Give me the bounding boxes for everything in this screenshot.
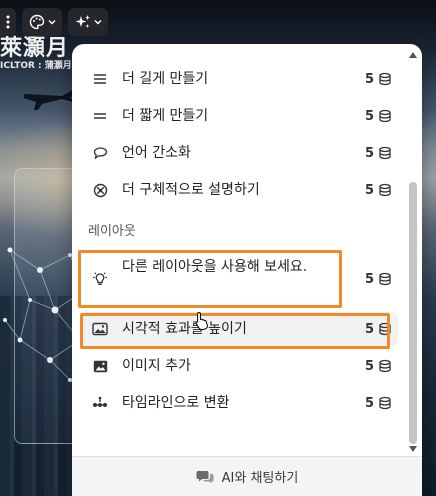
- sparkle-icon: [75, 15, 90, 28]
- menu-item-make-shorter[interactable]: 더 짧게 만들기 5: [80, 99, 398, 133]
- theme-button[interactable]: [22, 8, 62, 36]
- credit-cost-value: 5: [364, 145, 374, 161]
- menu-item-make-longer[interactable]: 더 길게 만들기 5: [80, 62, 398, 96]
- menu-item-label: 더 짧게 만들기: [122, 108, 209, 124]
- section-label-layout: 레이아웃: [88, 224, 136, 239]
- chevron-down-icon: [48, 20, 55, 25]
- ai-actions-menu: 더 길게 만들기 5 더 짧게 만들기 5 언어 간소화 5 더 구체적으로 설…: [72, 44, 422, 496]
- menu-item-convert-timeline[interactable]: 타임라인으로 변환 5: [80, 386, 398, 420]
- credit-cost-value: 5: [364, 182, 374, 198]
- menu-item-simplify-language[interactable]: 언어 간소화 5: [80, 136, 398, 170]
- credit-cost: 5: [365, 72, 392, 87]
- lightbulb-icon: [92, 271, 108, 287]
- ai-edit-button[interactable]: [68, 8, 108, 36]
- timeline-icon: [92, 395, 108, 411]
- menu-item-label: 타임라인으로 변환: [122, 395, 230, 411]
- menu-item-try-other-layout[interactable]: 다른 레이아웃을 사용해 보세요. 5: [80, 254, 398, 304]
- coin-stack-icon: [379, 183, 391, 197]
- scroll-down-arrow-icon[interactable]: [409, 446, 417, 452]
- credit-cost-value: 5: [364, 395, 374, 411]
- credit-cost: 5: [365, 359, 392, 374]
- menu-item-more-specific[interactable]: 더 구체적으로 설명하기 5: [80, 173, 398, 207]
- credit-cost: 5: [365, 183, 392, 198]
- menu-item-label: 다른 레이아웃을 사용해 보세요.: [122, 259, 308, 275]
- credit-cost-value: 5: [364, 108, 374, 124]
- equals-icon: [92, 108, 108, 124]
- menu-item-label: 더 구체적으로 설명하기: [122, 182, 260, 198]
- credit-cost: 5: [365, 146, 392, 161]
- menu-item-enhance-visuals[interactable]: 시각적 효과를 높이기 5: [80, 312, 398, 346]
- coin-stack-icon: [379, 109, 391, 123]
- picture-icon: [92, 358, 108, 374]
- scrollbar-thumb[interactable]: [409, 182, 417, 444]
- credit-cost-value: 5: [364, 271, 374, 287]
- palette-icon: [29, 14, 44, 30]
- menu-item-label: 더 길게 만들기: [122, 71, 209, 87]
- coin-stack-icon: [379, 72, 391, 86]
- credit-cost-value: 5: [364, 71, 374, 87]
- menu-item-label: 이미지 추가: [122, 358, 191, 374]
- more-options-button[interactable]: [0, 8, 16, 36]
- credit-cost: 5: [365, 109, 392, 124]
- credit-cost: 5: [365, 272, 392, 287]
- coin-stack-icon: [379, 322, 391, 336]
- vertical-dots-icon: [6, 15, 10, 29]
- credit-cost-value: 5: [364, 321, 374, 337]
- menu-list: 더 길게 만들기 5 더 짧게 만들기 5 언어 간소화 5 더 구체적으로 설…: [72, 44, 404, 454]
- menu-item-add-image[interactable]: 이미지 추가 5: [80, 349, 398, 383]
- coin-stack-icon: [379, 146, 391, 160]
- speech-bubble-icon: [92, 145, 108, 161]
- coin-stack-icon: [379, 272, 391, 286]
- lines-icon: [92, 71, 108, 87]
- menu-scrollbar[interactable]: [406, 52, 420, 454]
- chat-with-ai-button[interactable]: AI와 채팅하기: [72, 456, 422, 496]
- chat-bubbles-icon: [196, 470, 214, 483]
- credit-cost-value: 5: [364, 358, 374, 374]
- credit-cost: 5: [365, 396, 392, 411]
- coin-stack-icon: [379, 396, 391, 410]
- target-cross-icon: [92, 182, 108, 198]
- scroll-up-arrow-icon[interactable]: [409, 52, 417, 58]
- image-icon: [92, 321, 108, 337]
- menu-item-label: 언어 간소화: [122, 145, 191, 161]
- menu-item-label: 시각적 효과를 높이기: [122, 321, 247, 337]
- card-toolbar: [0, 8, 108, 36]
- coin-stack-icon: [379, 359, 391, 373]
- footer-label: AI와 채팅하기: [221, 471, 299, 486]
- credit-cost: 5: [365, 322, 392, 337]
- chevron-down-icon: [94, 20, 101, 25]
